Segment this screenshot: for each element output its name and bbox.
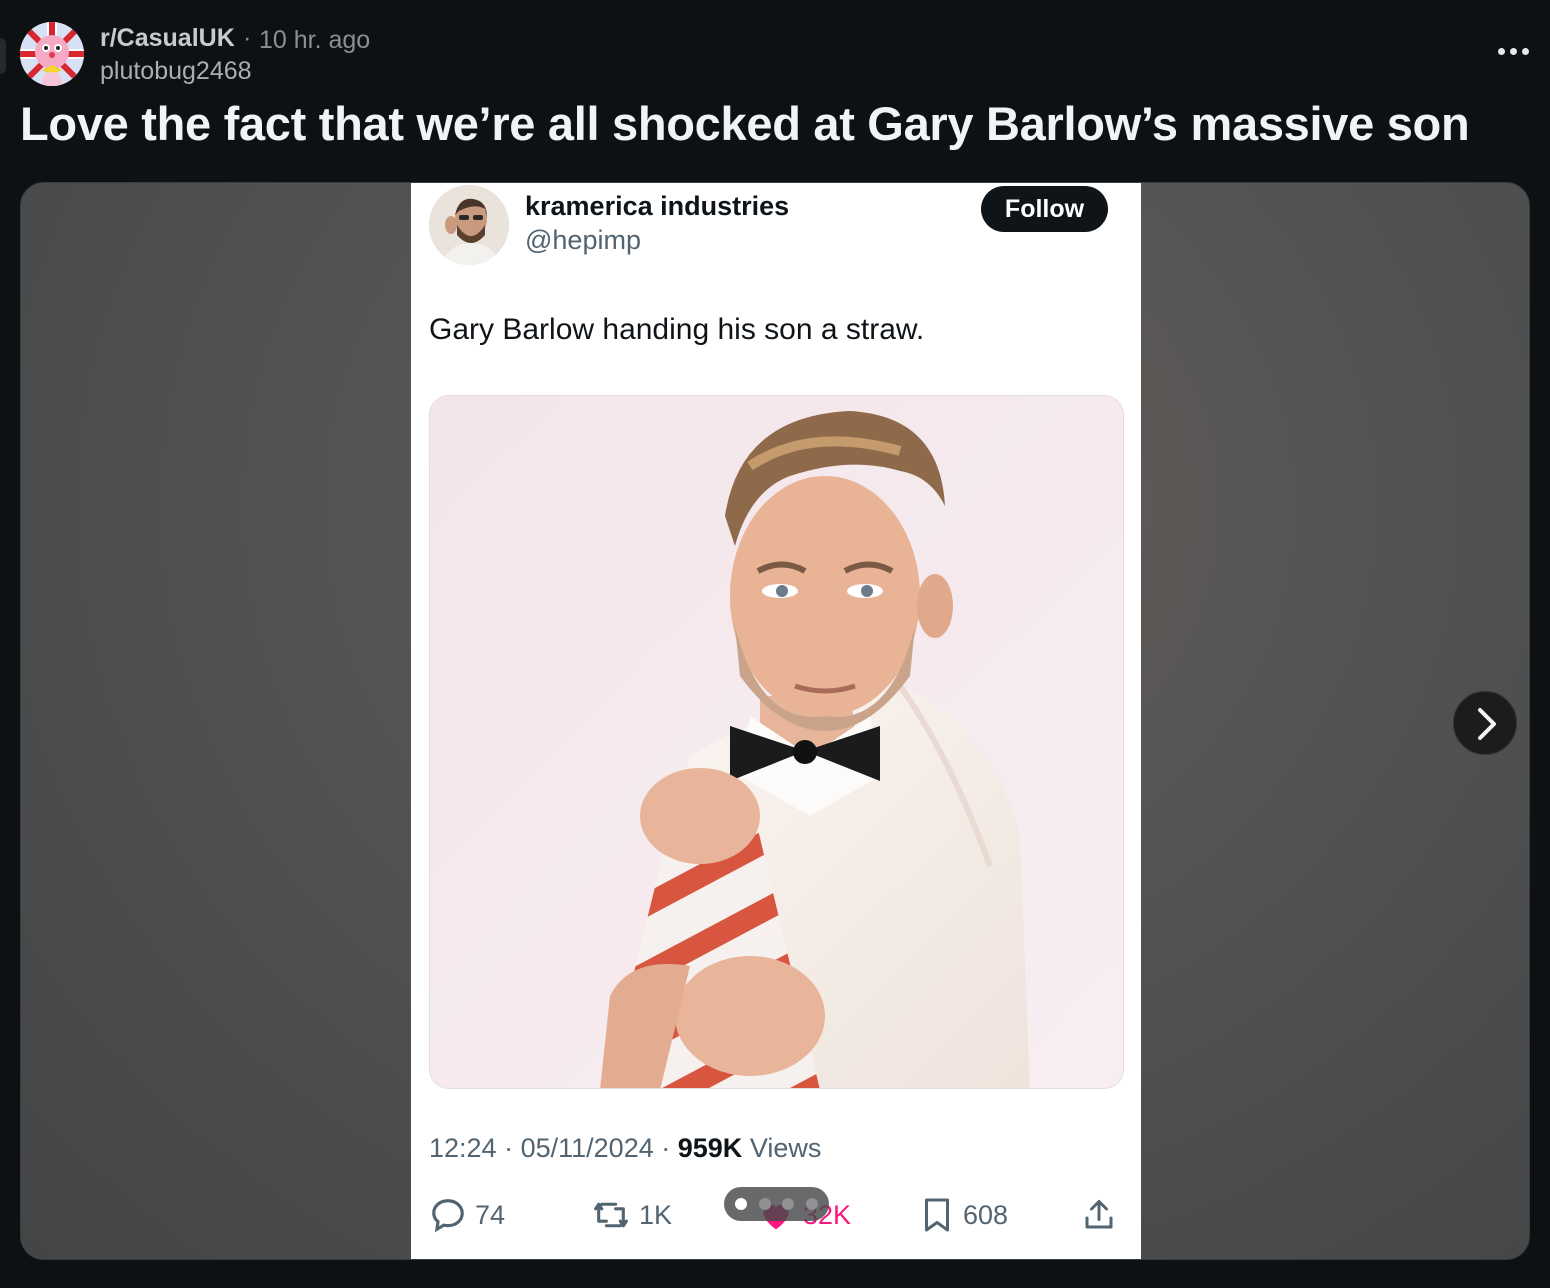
meta-separator: · bbox=[243, 24, 252, 52]
tweet-views-count: 959K bbox=[677, 1133, 743, 1163]
tweet-screenshot: kramerica industries @hepimp Follow Gary… bbox=[411, 183, 1141, 1259]
share-action bbox=[1081, 1195, 1125, 1235]
more-options-icon[interactable] bbox=[1494, 34, 1534, 70]
bookmark-icon bbox=[925, 1198, 949, 1232]
repost-count: 1K bbox=[639, 1199, 673, 1230]
post-time: 10 hr. ago bbox=[259, 26, 371, 54]
follow-button: Follow bbox=[981, 186, 1108, 232]
back-handle[interactable] bbox=[0, 38, 6, 74]
tweet-time: 12:24 bbox=[429, 1133, 497, 1163]
tweet-handle: @hepimp bbox=[525, 225, 641, 255]
post-header: r/CasualUK · 10 hr. ago plutobug2468 bbox=[0, 0, 1550, 100]
tweet-date: 05/11/2024 bbox=[520, 1133, 654, 1163]
gallery-pagination[interactable] bbox=[724, 1187, 829, 1221]
subreddit-name[interactable]: r/CasualUK bbox=[100, 24, 235, 53]
comment-icon bbox=[432, 1199, 464, 1233]
bookmark-action: 608 bbox=[919, 1195, 1008, 1235]
share-icon bbox=[1085, 1200, 1113, 1229]
chevron-right-icon bbox=[1478, 708, 1496, 740]
tweet-display-name: kramerica industries bbox=[525, 191, 790, 221]
bookmark-count: 608 bbox=[963, 1199, 1009, 1230]
tweet-meta: 12:24 · 05/11/2024 · 959K Views bbox=[429, 1133, 821, 1164]
post-title[interactable]: Love the fact that we’re all shocked at … bbox=[20, 96, 1470, 151]
tweet-text: Gary Barlow handing his son a straw. bbox=[429, 313, 925, 346]
gallery-next-button[interactable] bbox=[1453, 691, 1517, 755]
reply-count: 74 bbox=[475, 1199, 506, 1230]
gallery-dot[interactable] bbox=[782, 1198, 794, 1210]
gallery-dot-active[interactable] bbox=[735, 1198, 747, 1210]
post-author[interactable]: plutobug2468 bbox=[100, 57, 252, 86]
repost-icon bbox=[594, 1202, 628, 1228]
gallery-dot[interactable] bbox=[806, 1198, 818, 1210]
tweet-views-label: Views bbox=[749, 1133, 822, 1163]
reply-action: 74 bbox=[429, 1195, 505, 1235]
tweet-photo bbox=[429, 395, 1124, 1089]
gallery-dot[interactable] bbox=[759, 1198, 771, 1210]
tweet-author-avatar bbox=[429, 185, 509, 265]
post-media-gallery[interactable]: kramerica industries @hepimp Follow Gary… bbox=[20, 182, 1530, 1260]
subreddit-avatar[interactable] bbox=[20, 22, 84, 86]
meta-dot: · bbox=[504, 1133, 521, 1163]
repost-action: 1K bbox=[591, 1195, 672, 1235]
meta-dot: · bbox=[661, 1133, 678, 1163]
